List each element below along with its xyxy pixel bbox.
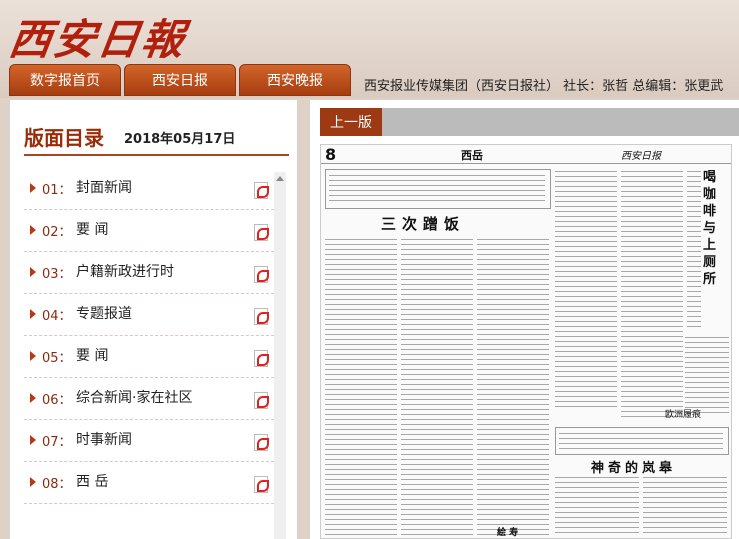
pdf-icon[interactable] [254,266,269,283]
site-logo[interactable]: 西安日報 [6,6,191,67]
page-name[interactable]: 时事新闻 [76,429,132,449]
page-number: 05： [42,351,72,366]
page-number: 02： [42,225,72,240]
page-item[interactable]: 03： 户籍新政进行时 [24,252,274,294]
arrow-icon [30,309,36,319]
page-name[interactable]: 专题报道 [76,303,132,323]
page-item[interactable]: 04： 专题报道 [24,294,274,336]
page-number: 04： [42,309,72,324]
page-item[interactable]: 06： 综合新闻·家在社区 [24,378,274,420]
arrow-icon [30,477,36,487]
nav-xian-daily[interactable]: 西安日报 [124,64,236,96]
page-item[interactable]: 02： 要 闻 [24,210,274,252]
viewer-toolbar [320,108,739,136]
page-name[interactable]: 封面新闻 [76,177,132,197]
page-list: 01： 封面新闻 02： 要 闻 03： 户籍新政进行时 04： 专题报道 05… [24,168,274,504]
paper-page-number: 8 [325,145,337,164]
article-column [643,475,727,537]
directory-scrollbar[interactable] [274,172,286,539]
page-item[interactable]: 07： 时事新闻 [24,420,274,462]
page-number: 07： [42,435,72,450]
article-column [687,169,701,329]
headline-langao: 神奇的岚皋 [591,461,677,476]
article-column [555,169,617,409]
site-header: 西安日報 数字报首页 西安日报 西安晚报 西安报业传媒集团（西安日报社） 社长：… [0,0,739,98]
article-column [685,335,729,415]
prev-page-button[interactable]: 上一版 [320,108,382,136]
page-name[interactable]: 要 闻 [76,345,108,365]
page-number: 08： [42,477,72,492]
arrow-icon [30,393,36,403]
article-column [555,475,639,537]
page-masthead: 8 西岳 西安日报 [321,145,731,164]
article-column [401,237,473,537]
page-viewer: 上一版 8 西岳 西安日报 三次蹭饭 喝咖啡与上厕所 欧洲履痕 神奇的岚皋 絵 … [310,100,739,539]
page-number: 03： [42,267,72,282]
article-column [325,237,397,537]
pdf-icon[interactable] [254,182,269,199]
arrow-icon [30,183,36,193]
arrow-icon [30,267,36,277]
article-column [621,169,683,419]
page-number: 01： [42,183,72,198]
column-tag-bottom: 絵 寿 [497,528,519,538]
issue-date: 2018年05月17日 [124,132,236,147]
title-divider [24,154,289,156]
page-item[interactable]: 01： 封面新闻 [24,168,274,210]
headline-coffee: 喝咖啡与上厕所 [703,170,717,287]
summary-text [559,431,723,449]
paper-brand: 西安日报 [621,151,661,162]
arrow-icon [30,435,36,445]
newspaper-page-image[interactable]: 8 西岳 西安日报 三次蹭饭 喝咖啡与上厕所 欧洲履痕 神奇的岚皋 絵 寿 [320,144,732,539]
pdf-icon[interactable] [254,476,269,493]
pdf-icon[interactable] [254,350,269,367]
paper-section-name: 西岳 [461,149,483,162]
arrow-icon [30,225,36,235]
column-tag-europe: 欧洲履痕 [665,410,702,420]
pdf-icon[interactable] [254,392,269,409]
directory-panel: 版面目录 2018年05月17日 01： 封面新闻 02： 要 闻 03： 户籍… [10,100,297,539]
pdf-icon[interactable] [254,224,269,241]
page-name[interactable]: 要 闻 [76,219,108,239]
page-name[interactable]: 户籍新政进行时 [76,261,174,281]
page-item[interactable]: 05： 要 闻 [24,336,274,378]
page-name[interactable]: 综合新闻·家在社区 [76,387,192,407]
page-name[interactable]: 西 岳 [76,471,108,491]
pdf-icon[interactable] [254,308,269,325]
nav-xian-evening[interactable]: 西安晚报 [239,64,351,96]
arrow-icon [30,351,36,361]
nav-digital-home[interactable]: 数字报首页 [9,64,121,96]
page-item[interactable]: 08： 西 岳 [24,462,274,504]
publisher-credits: 西安报业传媒集团（西安日报社） 社长：张哲 总编辑：张更武 [364,79,724,94]
page-number: 06： [42,393,72,408]
pdf-icon[interactable] [254,434,269,451]
headline-three-meals: 三次蹭饭 [381,215,466,233]
article-column [477,237,549,537]
intro-text [329,173,545,203]
directory-title: 版面目录 [24,126,104,150]
scroll-up-icon[interactable] [276,176,284,181]
